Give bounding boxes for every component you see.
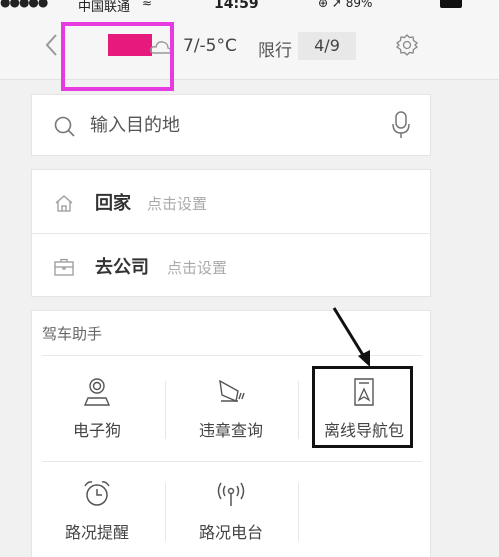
assistant-title: 驾车助手 [42, 325, 103, 343]
tool-label: 违章查询 [198, 421, 263, 440]
company-hint: 点击设置 [167, 259, 228, 277]
status-icons: ⊕ ➚ 89% [318, 0, 373, 10]
traffic-limit-value: 4/9 [298, 32, 356, 60]
search-bar[interactable]: 输入目的地 [31, 94, 431, 156]
home-hint: 点击设置 [147, 195, 208, 213]
divider [298, 483, 299, 541]
status-time: 14:59 [214, 0, 259, 12]
radar-dog-icon [83, 378, 111, 406]
tool-violation-query[interactable]: 违章查询 [166, 369, 296, 459]
gear-icon[interactable] [396, 34, 418, 56]
divider [42, 461, 422, 462]
tool-label: 电子狗 [72, 421, 121, 440]
annotation-arrow [332, 307, 370, 367]
highlight-box [61, 22, 174, 91]
temperature-text: 7/-5°C [183, 36, 237, 56]
home-row[interactable]: 回家 点击设置 [32, 170, 430, 234]
search-input[interactable]: 输入目的地 [90, 111, 180, 137]
quick-places-card: 回家 点击设置 去公司 点击设置 [31, 169, 431, 297]
tool-label: 路况提醒 [64, 523, 129, 542]
company-row[interactable]: 去公司 点击设置 [32, 234, 430, 298]
top-nav-bar: 7/-5°C 限行 4/9 [0, 12, 499, 91]
home-icon [55, 195, 73, 212]
camera-icon [219, 379, 245, 402]
wifi-icon: ≈ [142, 0, 153, 10]
tool-label: 路况电台 [198, 523, 263, 542]
status-bar: ●●●●● 中国联通 ≈ 14:59 ⊕ ➚ 89% [0, 0, 499, 12]
traffic-limit-label: 限行 [258, 41, 292, 61]
carrier-name: 中国联通 [78, 0, 131, 12]
microphone-icon[interactable] [392, 111, 410, 139]
briefcase-icon [54, 258, 74, 276]
tool-electronic-dog[interactable]: 电子狗 [32, 369, 162, 459]
home-title: 回家 [95, 193, 131, 214]
tool-traffic-alert[interactable]: 路况提醒 [32, 471, 162, 557]
radio-icon [217, 482, 245, 506]
signal-icon: ●●●●● [0, 0, 48, 9]
company-title: 去公司 [95, 257, 149, 278]
battery-icon [440, 0, 462, 8]
search-icon [54, 116, 75, 137]
alarm-clock-icon [84, 481, 110, 506]
annotation-box [312, 366, 413, 448]
tool-traffic-radio[interactable]: 路况电台 [166, 471, 296, 557]
